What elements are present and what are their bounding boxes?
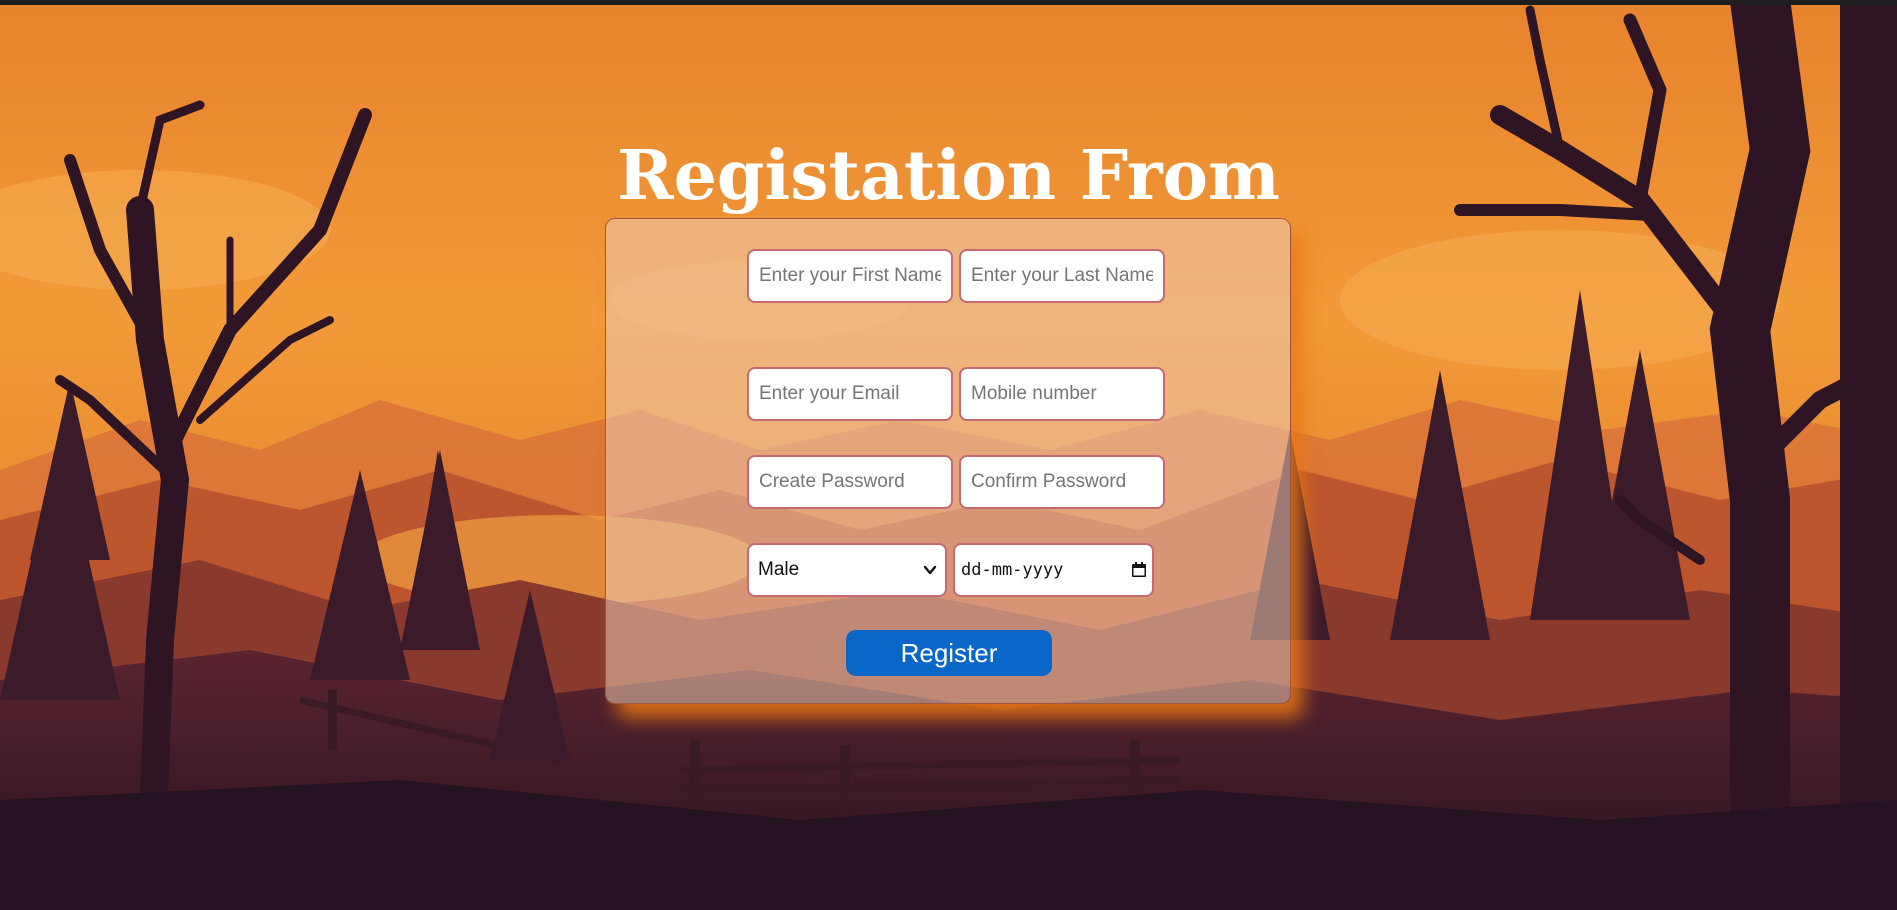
confirm-password-input[interactable]: [959, 455, 1165, 509]
gender-select[interactable]: Male: [747, 543, 947, 597]
registration-page: Registation From Male dd-mm-yyyy Registe…: [0, 0, 1897, 910]
date-of-birth-input[interactable]: dd-mm-yyyy: [953, 543, 1154, 597]
date-placeholder: dd-mm-yyyy: [961, 560, 1064, 580]
email-input[interactable]: [747, 367, 953, 421]
mobile-number-input[interactable]: [959, 367, 1165, 421]
calendar-icon[interactable]: [1130, 561, 1148, 579]
page-title: Registation From: [617, 136, 1280, 216]
last-name-input[interactable]: [959, 249, 1165, 303]
create-password-input[interactable]: [747, 455, 953, 509]
chevron-down-icon: [923, 565, 937, 575]
first-name-input[interactable]: [747, 249, 953, 303]
gender-selected-value: Male: [758, 559, 800, 580]
window-top-strip: [0, 0, 1897, 5]
register-button[interactable]: Register: [846, 630, 1052, 676]
